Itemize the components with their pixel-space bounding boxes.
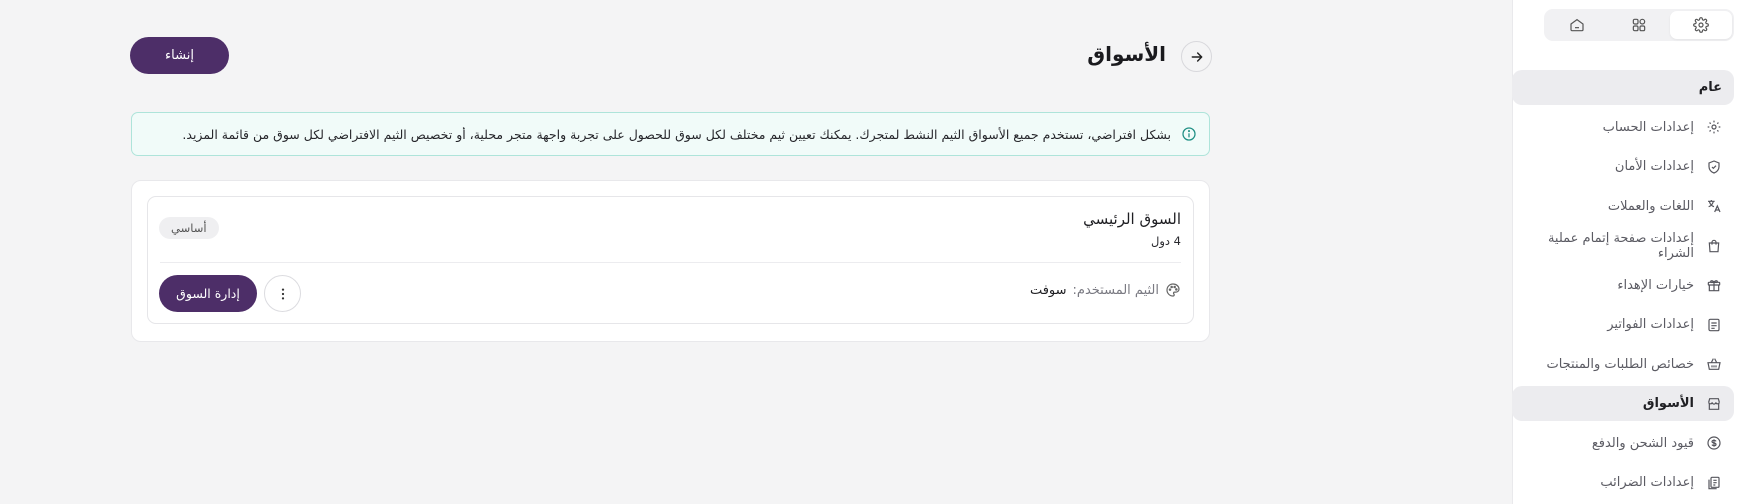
primary-badge: أساسي bbox=[159, 217, 219, 239]
gear-icon bbox=[1706, 119, 1722, 135]
create-button[interactable]: إنشاء bbox=[130, 37, 229, 74]
home-icon bbox=[1570, 18, 1584, 32]
market-theme: الثيم المستخدم: سوفت bbox=[1030, 282, 1181, 298]
apps-icon bbox=[1632, 18, 1646, 32]
tab-settings[interactable] bbox=[1670, 11, 1732, 39]
card-divider bbox=[160, 262, 1181, 263]
sidebar-item-label: اللغات والعملات bbox=[1607, 198, 1694, 214]
info-banner-text: بشكل افتراضي، تستخدم جميع الأسواق الثيم … bbox=[182, 126, 1171, 142]
sidebar-item-label: خصائص الطلبات والمنتجات bbox=[1546, 356, 1694, 372]
sidebar-item-security-settings[interactable]: إعدادات الأمان bbox=[1512, 149, 1742, 184]
more-options-button[interactable] bbox=[264, 275, 301, 312]
sidebar-item-markets[interactable]: الأسواق bbox=[1512, 386, 1734, 421]
sidebar-item-invoice-settings[interactable]: إعدادات الفواتير bbox=[1512, 307, 1742, 342]
sidebar-item-label: الأسواق bbox=[1642, 396, 1694, 411]
sidebar-item-label: خيارات الإهداء bbox=[1617, 277, 1694, 293]
sidebar-item-label: إعدادات صفحة إتمام عملية الشراء bbox=[1547, 230, 1694, 261]
main-content: الأسواق إنشاء بشكل افتراضي، تستخدم جميع … bbox=[130, 0, 1212, 504]
page-header: الأسواق إنشاء bbox=[130, 37, 1212, 75]
sidebar-item-shipping-payment-restrictions[interactable]: قيود الشحن والدفع bbox=[1512, 426, 1742, 461]
sidebar-item-account-settings[interactable]: إعدادات الحساب bbox=[1512, 110, 1742, 145]
markets-list: السوق الرئيسي 4 دول أساسي الثيم المستخدم… bbox=[131, 180, 1210, 342]
more-vertical-icon bbox=[281, 288, 284, 299]
tab-home[interactable] bbox=[1546, 11, 1608, 39]
page-title: الأسواق bbox=[1087, 42, 1166, 66]
gear-icon bbox=[1693, 17, 1709, 33]
gift-icon bbox=[1706, 277, 1722, 293]
info-banner: بشكل افتراضي، تستخدم جميع الأسواق الثيم … bbox=[131, 112, 1210, 156]
shield-icon bbox=[1706, 159, 1722, 175]
palette-icon bbox=[1165, 282, 1181, 298]
sidebar-item-languages-currencies[interactable]: اللغات والعملات bbox=[1512, 189, 1742, 224]
page: عام إعدادات الحساب إعدادات الأمان اللغات… bbox=[0, 0, 1742, 504]
sidebar-list: عام إعدادات الحساب إعدادات الأمان اللغات… bbox=[1512, 70, 1742, 504]
market-card: السوق الرئيسي 4 دول أساسي الثيم المستخدم… bbox=[147, 196, 1194, 324]
sidebar-item-label: قيود الشحن والدفع bbox=[1591, 435, 1694, 451]
invoice-icon bbox=[1706, 317, 1722, 333]
theme-value: سوفت bbox=[1029, 282, 1067, 298]
bag-icon bbox=[1706, 238, 1722, 254]
arrow-right-icon bbox=[1191, 51, 1202, 62]
basket-icon bbox=[1706, 356, 1722, 372]
store-icon bbox=[1706, 396, 1722, 412]
sidebar-item-tax-settings[interactable]: إعدادات الضرائب bbox=[1512, 465, 1742, 500]
back-button[interactable] bbox=[1181, 41, 1212, 72]
tax-icon bbox=[1706, 475, 1722, 491]
tab-apps[interactable] bbox=[1608, 11, 1670, 39]
sidebar-group-general[interactable]: عام bbox=[1512, 70, 1734, 105]
sidebar: عام إعدادات الحساب إعدادات الأمان اللغات… bbox=[1512, 0, 1742, 504]
sidebar-item-label: إعدادات الأمان bbox=[1614, 159, 1694, 174]
market-countries-count: 4 دول bbox=[1150, 234, 1181, 248]
sidebar-item-checkout-settings[interactable]: إعدادات صفحة إتمام عملية الشراء bbox=[1512, 228, 1742, 263]
info-icon bbox=[1181, 126, 1197, 142]
sidebar-group-label: عام bbox=[1698, 80, 1722, 95]
sidebar-tabs bbox=[1544, 9, 1734, 41]
sidebar-item-label: إعدادات الضرائب bbox=[1600, 475, 1694, 490]
theme-label: الثيم المستخدم: bbox=[1072, 282, 1159, 298]
sidebar-item-order-product-properties[interactable]: خصائص الطلبات والمنتجات bbox=[1512, 347, 1742, 382]
dollar-circle-icon bbox=[1706, 435, 1722, 451]
translate-icon bbox=[1706, 198, 1722, 214]
manage-market-button[interactable]: إدارة السوق bbox=[159, 275, 257, 312]
sidebar-item-label: إعدادات الفواتير bbox=[1607, 317, 1694, 332]
sidebar-item-label: إعدادات الحساب bbox=[1602, 119, 1694, 135]
market-name: السوق الرئيسي bbox=[1083, 210, 1181, 228]
sidebar-item-gifting-options[interactable]: خيارات الإهداء bbox=[1512, 268, 1742, 303]
